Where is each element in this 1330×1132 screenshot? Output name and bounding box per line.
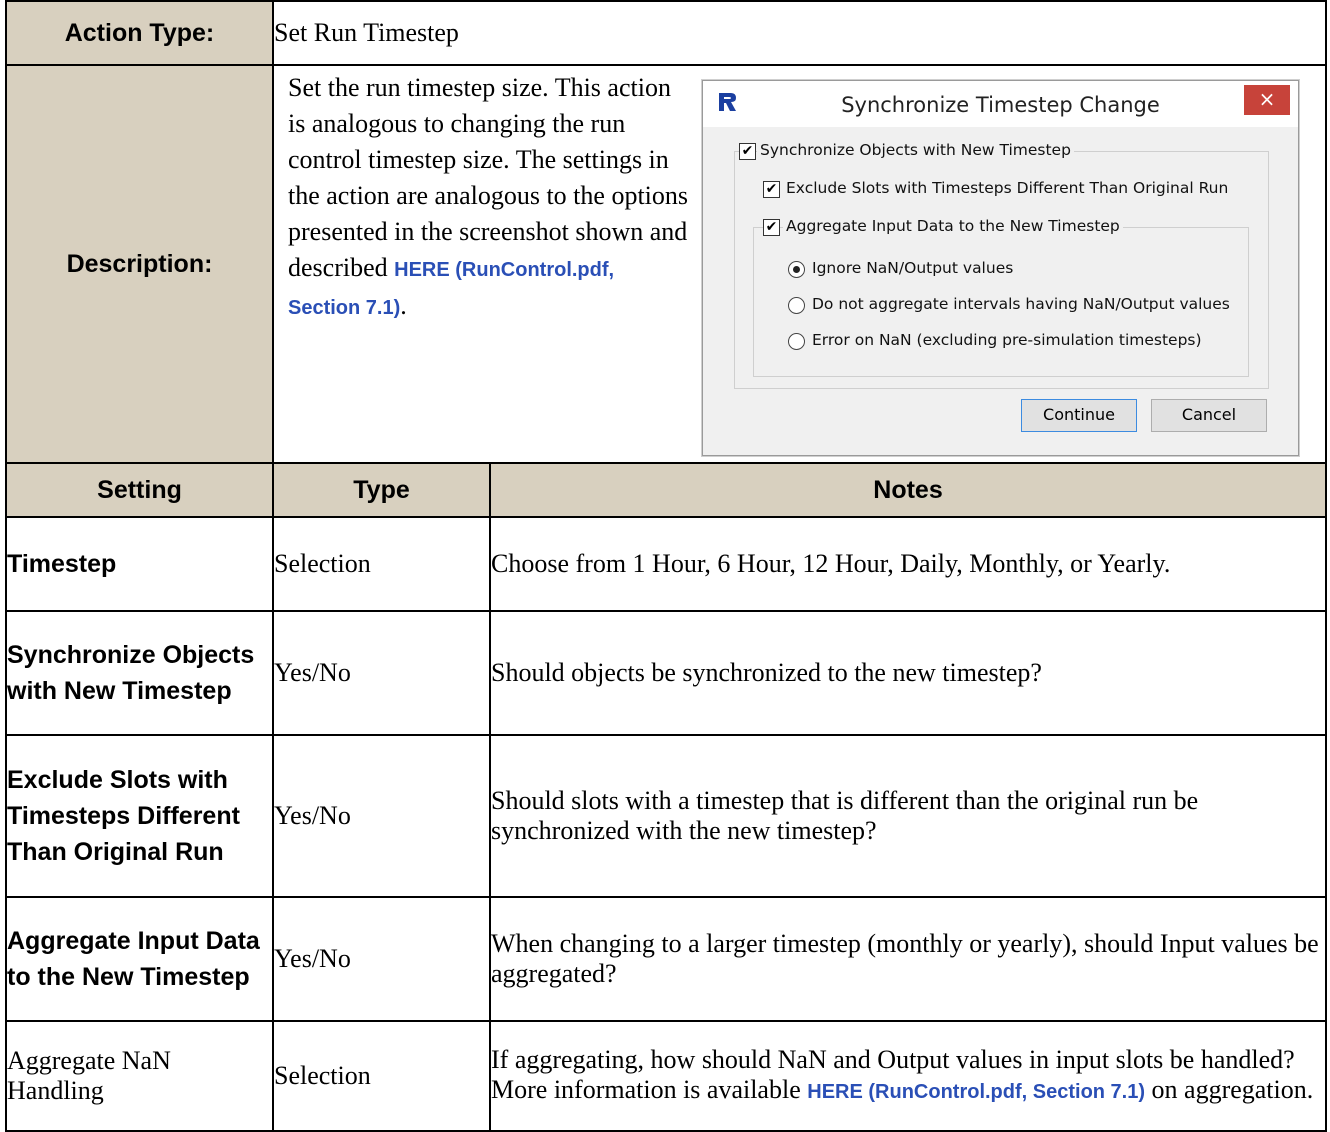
- notes-cell: Should objects be synchronized to the ne…: [489, 610, 1327, 736]
- type-cell: Yes/No: [272, 734, 491, 898]
- header-type: Type: [272, 462, 491, 518]
- table-row: Aggregate NaN Handling Selection If aggr…: [5, 1020, 1327, 1132]
- notes-cell: If aggregating, how should NaN and Outpu…: [489, 1020, 1327, 1132]
- radio-label: Ignore NaN/Output values: [809, 259, 1017, 277]
- setting-cell: Aggregate Input Data to the New Timestep: [5, 896, 274, 1022]
- notes-cell: When changing to a larger timestep (mont…: [489, 896, 1327, 1022]
- dialog-title: Synchronize Timestep Change: [841, 93, 1160, 117]
- type-cell: Selection: [272, 1020, 491, 1132]
- setting-cell: Aggregate NaN Handling: [5, 1020, 274, 1132]
- radio-error-on-nan[interactable]: [788, 333, 805, 350]
- header-notes: Notes: [489, 462, 1327, 518]
- action-type-row: Action Type: Set Run Timestep: [5, 0, 1327, 66]
- notes-cell: Choose from 1 Hour, 6 Hour, 12 Hour, Dai…: [489, 516, 1327, 612]
- action-type-label: Action Type:: [5, 0, 274, 66]
- cancel-button[interactable]: Cancel: [1151, 399, 1267, 432]
- exclude-label: Exclude Slots with Timesteps Different T…: [783, 179, 1232, 197]
- close-button[interactable]: ×: [1244, 85, 1290, 115]
- sync-label: Synchronize Objects with New Timestep: [757, 141, 1074, 159]
- type-cell: Yes/No: [272, 896, 491, 1022]
- table-header-row: Setting Type Notes: [5, 462, 1327, 518]
- action-type-value: Set Run Timestep: [272, 0, 1327, 66]
- synchronize-timestep-dialog: Synchronize Timestep Change × ✔ Synchron…: [702, 80, 1299, 456]
- aggregate-label: Aggregate Input Data to the New Timestep: [783, 217, 1123, 235]
- exclude-checkbox[interactable]: ✔: [763, 181, 780, 198]
- setting-cell: Synchronize Objects with New Timestep: [5, 610, 274, 736]
- radio-do-not-aggregate[interactable]: [788, 297, 805, 314]
- sync-checkbox[interactable]: ✔: [739, 143, 756, 160]
- header-setting: Setting: [5, 462, 274, 518]
- notes-cell: Should slots with a timestep that is dif…: [489, 734, 1327, 898]
- radio-label: Do not aggregate intervals having NaN/Ou…: [809, 295, 1233, 313]
- notes-link[interactable]: HERE (RunControl.pdf, Section 7.1): [807, 1081, 1145, 1103]
- setting-cell: Exclude Slots with Timesteps Different T…: [5, 734, 274, 898]
- table-row: Exclude Slots with Timesteps Different T…: [5, 734, 1327, 898]
- description-label: Description:: [5, 64, 274, 464]
- continue-button[interactable]: Continue: [1021, 399, 1137, 432]
- type-cell: Selection: [272, 516, 491, 612]
- table-row: Aggregate Input Data to the New Timestep…: [5, 896, 1327, 1022]
- aggregate-checkbox[interactable]: ✔: [763, 219, 780, 236]
- radio-label: Error on NaN (excluding pre-simulation t…: [809, 331, 1205, 349]
- description-text: Set the run timestep size. This action i…: [288, 73, 689, 282]
- dialog-title-bar: Synchronize Timestep Change ×: [703, 81, 1298, 127]
- description-end: .: [400, 291, 407, 320]
- notes-end: on aggregation.: [1145, 1075, 1314, 1104]
- radio-ignore-nan[interactable]: [788, 261, 805, 278]
- setting-cell: Timestep: [5, 516, 274, 612]
- description-text-block: Set the run timestep size. This action i…: [288, 70, 690, 326]
- table-row: Synchronize Objects with New Timestep Ye…: [5, 610, 1327, 736]
- table-row: Timestep Selection Choose from 1 Hour, 6…: [5, 516, 1327, 612]
- dialog-body: ✔ Synchronize Objects with New Timestep …: [703, 127, 1298, 455]
- document-page: Action Type: Set Run Timestep Descriptio…: [0, 0, 1330, 1132]
- type-cell: Yes/No: [272, 610, 491, 736]
